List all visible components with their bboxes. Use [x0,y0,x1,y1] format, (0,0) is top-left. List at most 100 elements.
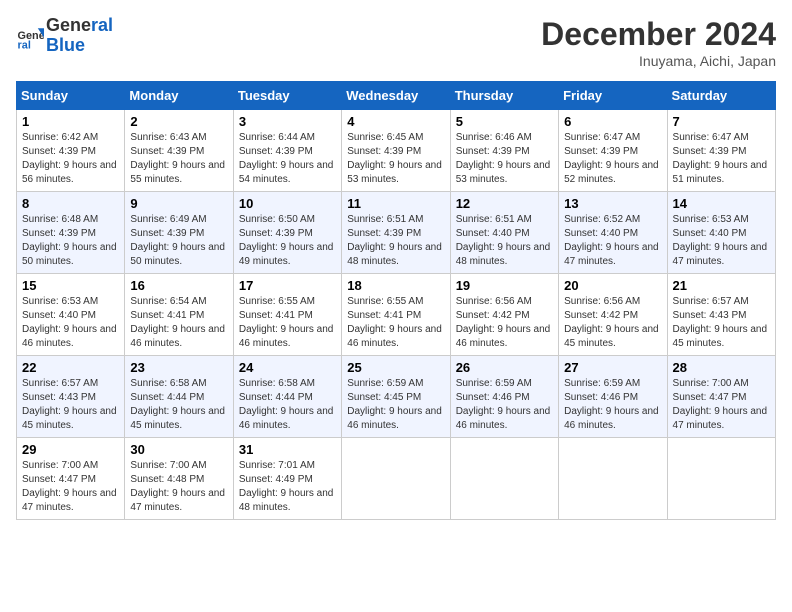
calendar-cell: 16 Sunrise: 6:54 AMSunset: 4:41 PMDayligh… [125,274,233,356]
day-number: 12 [456,196,553,211]
calendar-cell: 13 Sunrise: 6:52 AMSunset: 4:40 PMDayligh… [559,192,667,274]
column-header-tuesday: Tuesday [233,82,341,110]
calendar-cell: 15 Sunrise: 6:53 AMSunset: 4:40 PMDayligh… [17,274,125,356]
calendar-cell: 31Sunrise: 7:01 AMSunset: 4:49 PMDayligh… [233,438,341,520]
day-info: Sunrise: 6:58 AMSunset: 4:44 PMDaylight:… [130,377,227,433]
day-info: Sunrise: 7:00 AMSunset: 4:47 PMDaylight:… [22,459,119,515]
day-number: 10 [239,196,336,211]
day-info: Sunrise: 6:57 AMSunset: 4:43 PMDaylight:… [673,295,770,351]
week-row-4: 22Sunrise: 6:57 AMSunset: 4:43 PMDayligh… [17,356,776,438]
day-number: 26 [456,360,553,375]
day-info: Sunrise: 6:43 AMSunset: 4:39 PMDaylight:… [130,131,227,187]
day-info: Sunrise: 6:48 AMSunset: 4:39 PMDaylight:… [22,213,119,269]
calendar-cell: 14Sunrise: 6:53 AMSunset: 4:40 PMDayligh… [667,192,775,274]
calendar-cell: 17 Sunrise: 6:55 AMSunset: 4:41 PMDayligh… [233,274,341,356]
logo-text: General Blue [46,16,113,56]
day-info: Sunrise: 6:54 AMSunset: 4:41 PMDaylight:… [130,295,227,351]
column-header-friday: Friday [559,82,667,110]
calendar-cell: 6 Sunrise: 6:47 AMSunset: 4:39 PMDaylight… [559,110,667,192]
day-info: Sunrise: 6:59 AMSunset: 4:46 PMDaylight:… [456,377,553,433]
day-info: Sunrise: 6:53 AMSunset: 4:40 PMDaylight:… [673,213,770,269]
calendar-header-row: SundayMondayTuesdayWednesdayThursdayFrid… [17,82,776,110]
calendar-cell: 23 Sunrise: 6:58 AMSunset: 4:44 PMDayligh… [125,356,233,438]
day-number: 13 [564,196,661,211]
column-header-sunday: Sunday [17,82,125,110]
day-number: 28 [673,360,770,375]
week-row-2: 8 Sunrise: 6:48 AMSunset: 4:39 PMDaylight… [17,192,776,274]
day-info: Sunrise: 6:55 AMSunset: 4:41 PMDaylight:… [239,295,336,351]
day-info: Sunrise: 7:00 AMSunset: 4:47 PMDaylight:… [673,377,770,433]
day-info: Sunrise: 6:56 AMSunset: 4:42 PMDaylight:… [564,295,661,351]
calendar-cell: 19Sunrise: 6:56 AMSunset: 4:42 PMDayligh… [450,274,558,356]
day-info: Sunrise: 6:59 AMSunset: 4:45 PMDaylight:… [347,377,444,433]
day-number: 30 [130,442,227,457]
day-number: 11 [347,196,444,211]
day-info: Sunrise: 6:52 AMSunset: 4:40 PMDaylight:… [564,213,661,269]
calendar-cell: 20Sunrise: 6:56 AMSunset: 4:42 PMDayligh… [559,274,667,356]
day-number: 4 [347,114,444,129]
calendar-body: 1 Sunrise: 6:42 AMSunset: 4:39 PMDaylight… [17,110,776,520]
day-number: 17 [239,278,336,293]
logo: Gene ral General Blue [16,16,113,56]
day-number: 6 [564,114,661,129]
day-number: 15 [22,278,119,293]
day-info: Sunrise: 6:45 AMSunset: 4:39 PMDaylight:… [347,131,444,187]
day-info: Sunrise: 6:59 AMSunset: 4:46 PMDaylight:… [564,377,661,433]
location: Inuyama, Aichi, Japan [541,53,776,69]
calendar-cell: 24 Sunrise: 6:58 AMSunset: 4:44 PMDayligh… [233,356,341,438]
day-info: Sunrise: 6:51 AMSunset: 4:40 PMDaylight:… [456,213,553,269]
calendar-cell: 21 Sunrise: 6:57 AMSunset: 4:43 PMDayligh… [667,274,775,356]
calendar-cell: 4 Sunrise: 6:45 AMSunset: 4:39 PMDaylight… [342,110,450,192]
day-number: 1 [22,114,119,129]
day-number: 31 [239,442,336,457]
calendar-cell: 8 Sunrise: 6:48 AMSunset: 4:39 PMDaylight… [17,192,125,274]
calendar-cell [342,438,450,520]
day-info: Sunrise: 6:49 AMSunset: 4:39 PMDaylight:… [130,213,227,269]
day-number: 19 [456,278,553,293]
day-info: Sunrise: 6:55 AMSunset: 4:41 PMDaylight:… [347,295,444,351]
column-header-saturday: Saturday [667,82,775,110]
day-info: Sunrise: 6:44 AMSunset: 4:39 PMDaylight:… [239,131,336,187]
calendar-cell: 26 Sunrise: 6:59 AMSunset: 4:46 PMDayligh… [450,356,558,438]
calendar-cell: 5Sunrise: 6:46 AMSunset: 4:39 PMDaylight… [450,110,558,192]
calendar-cell: 3Sunrise: 6:44 AMSunset: 4:39 PMDaylight… [233,110,341,192]
calendar-cell: 10 Sunrise: 6:50 AMSunset: 4:39 PMDayligh… [233,192,341,274]
page-header: Gene ral General Blue December 2024 Inuy… [16,16,776,69]
day-number: 29 [22,442,119,457]
calendar-cell: 11 Sunrise: 6:51 AMSunset: 4:39 PMDayligh… [342,192,450,274]
calendar-cell: 12 Sunrise: 6:51 AMSunset: 4:40 PMDayligh… [450,192,558,274]
calendar-cell: 2 Sunrise: 6:43 AMSunset: 4:39 PMDaylight… [125,110,233,192]
calendar-cell: 9 Sunrise: 6:49 AMSunset: 4:39 PMDaylight… [125,192,233,274]
day-info: Sunrise: 6:42 AMSunset: 4:39 PMDaylight:… [22,131,119,187]
week-row-3: 15 Sunrise: 6:53 AMSunset: 4:40 PMDayligh… [17,274,776,356]
calendar-cell: 1 Sunrise: 6:42 AMSunset: 4:39 PMDaylight… [17,110,125,192]
day-number: 24 [239,360,336,375]
day-info: Sunrise: 7:00 AMSunset: 4:48 PMDaylight:… [130,459,227,515]
day-number: 2 [130,114,227,129]
day-number: 25 [347,360,444,375]
day-number: 9 [130,196,227,211]
calendar-cell: 25 Sunrise: 6:59 AMSunset: 4:45 PMDayligh… [342,356,450,438]
month-title: December 2024 [541,16,776,53]
day-info: Sunrise: 6:50 AMSunset: 4:39 PMDaylight:… [239,213,336,269]
day-number: 23 [130,360,227,375]
day-number: 21 [673,278,770,293]
day-info: Sunrise: 6:57 AMSunset: 4:43 PMDaylight:… [22,377,119,433]
day-info: Sunrise: 6:47 AMSunset: 4:39 PMDaylight:… [564,131,661,187]
calendar-cell: 28 Sunrise: 7:00 AMSunset: 4:47 PMDayligh… [667,356,775,438]
calendar-cell: 29 Sunrise: 7:00 AMSunset: 4:47 PMDayligh… [17,438,125,520]
column-header-thursday: Thursday [450,82,558,110]
calendar-cell: 27Sunrise: 6:59 AMSunset: 4:46 PMDayligh… [559,356,667,438]
calendar-cell: 18Sunrise: 6:55 AMSunset: 4:41 PMDayligh… [342,274,450,356]
calendar-table: SundayMondayTuesdayWednesdayThursdayFrid… [16,81,776,520]
day-number: 7 [673,114,770,129]
day-info: Sunrise: 6:53 AMSunset: 4:40 PMDaylight:… [22,295,119,351]
day-info: Sunrise: 6:47 AMSunset: 4:39 PMDaylight:… [673,131,770,187]
day-number: 8 [22,196,119,211]
column-header-wednesday: Wednesday [342,82,450,110]
day-info: Sunrise: 6:58 AMSunset: 4:44 PMDaylight:… [239,377,336,433]
title-block: December 2024 Inuyama, Aichi, Japan [541,16,776,69]
day-info: Sunrise: 6:51 AMSunset: 4:39 PMDaylight:… [347,213,444,269]
day-number: 16 [130,278,227,293]
calendar-cell [450,438,558,520]
